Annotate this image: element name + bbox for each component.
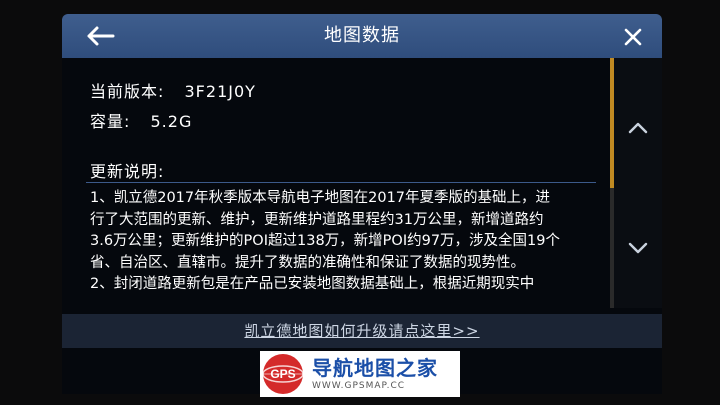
scroll-down-button[interactable]: [614, 218, 662, 278]
close-button[interactable]: [618, 22, 648, 52]
gps-logo: GPS: [260, 351, 306, 397]
size-value: 5.2G: [150, 112, 193, 131]
version-value: 3F21J0Y: [184, 82, 256, 101]
site-url: WWW.GPSMAP.CC: [312, 381, 406, 391]
update-notes-heading: 更新说明:: [90, 162, 165, 181]
upgrade-link-bar: 凯立德地图如何升级请点这里>>: [62, 314, 662, 348]
version-row: 当前版本: 3F21J0Y: [90, 78, 256, 102]
size-row: 容量: 5.2G: [90, 108, 192, 132]
notes-line: 2、封闭道路更新包是在产品已安装地图数据基础上，根据近期现实中: [90, 276, 535, 292]
version-label: 当前版本:: [90, 82, 165, 101]
notes-line: 行了大范围的更新、维护，更新维护道路里程约31万公里，新增道路约: [90, 211, 544, 228]
chevron-up-icon: [628, 122, 648, 134]
map-data-screen: 地图数据 当前版本: 3F21J0Y 容量: 5.2G 更新说明: 1、凯立德2…: [62, 14, 662, 394]
content-area: 当前版本: 3F21J0Y 容量: 5.2G 更新说明: 1、凯立德2017年秋…: [62, 58, 610, 308]
size-label: 容量:: [90, 112, 131, 131]
page-title: 地图数据: [324, 25, 400, 46]
scroll-button-panel: [614, 58, 662, 308]
notes-line: 3.6万公里；更新维护的POI超过138万，新增POI约97万，涉及全国19个: [90, 233, 561, 249]
update-notes-text: 1、凯立德2017年秋季版本导航电子地图在2017年夏季版的基础上，进 行了大范…: [90, 188, 605, 296]
scroll-up-button[interactable]: [614, 98, 662, 158]
close-icon: [624, 28, 642, 46]
upgrade-help-link[interactable]: 凯立德地图如何升级请点这里>>: [62, 320, 662, 341]
logo-text: GPS: [270, 367, 295, 381]
globe-logo-icon: GPS: [262, 354, 304, 394]
site-name: 导航地图之家: [312, 356, 438, 380]
chevron-down-icon: [628, 242, 648, 254]
watermark-text: 导航地图之家 WWW.GPSMAP.CC: [312, 356, 438, 392]
notes-line: 1、凯立德2017年秋季版本导航电子地图在2017年夏季版的基础上，进: [90, 190, 551, 206]
title-bar: 地图数据: [62, 14, 662, 58]
site-watermark: GPS 导航地图之家 WWW.GPSMAP.CC: [260, 351, 460, 397]
notes-line: 省、自治区、直辖市。提升了数据的准确性和保证了数据的现势性。: [90, 254, 525, 271]
notes-divider: [86, 182, 596, 183]
